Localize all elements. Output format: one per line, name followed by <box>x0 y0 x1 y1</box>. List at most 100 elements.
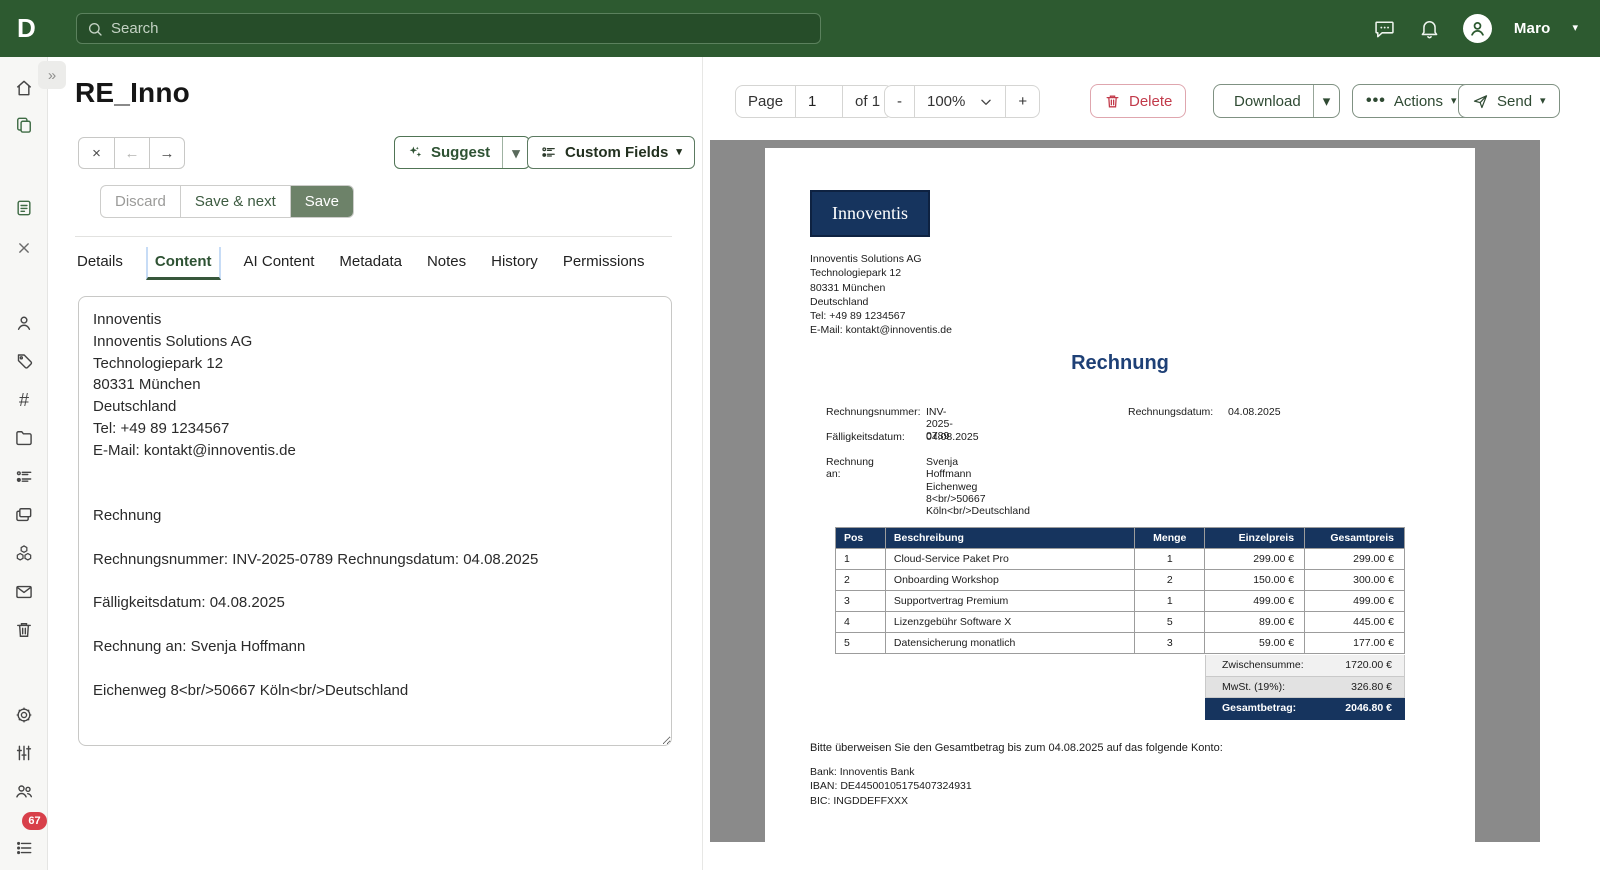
notifications-bell-icon[interactable] <box>1418 17 1441 40</box>
cell: 2 <box>1134 569 1206 591</box>
tab-notes[interactable]: Notes <box>425 247 468 279</box>
tab-details[interactable]: Details <box>75 247 125 279</box>
zoom-level-value: 100% <box>927 93 966 110</box>
cell: 3 <box>1134 632 1206 654</box>
sparkles-icon <box>409 146 422 157</box>
sidebar-users-icon[interactable] <box>14 781 34 801</box>
suggest-caret-button[interactable]: ▾ <box>502 137 529 168</box>
cell: 150.00 € <box>1204 569 1306 591</box>
sidebar-tags-icon[interactable] <box>14 352 34 372</box>
delete-label: Delete <box>1129 92 1173 110</box>
field-list-icon <box>542 147 555 157</box>
cell: 177.00 € <box>1304 632 1405 654</box>
due-date-value: 04.08.2025 <box>926 431 979 443</box>
download-caret-button[interactable]: ▾ <box>1312 85 1340 117</box>
cell: 3 <box>835 590 886 612</box>
tax-label: MwSt. (19%): <box>1222 680 1286 693</box>
pdf-viewer[interactable]: Innoventis Innoventis Solutions AG Techn… <box>710 140 1540 842</box>
cell: 5 <box>1134 611 1206 633</box>
user-avatar[interactable] <box>1462 14 1492 43</box>
cell: 1 <box>1134 548 1206 570</box>
sender-line: Deutschland <box>810 295 869 308</box>
sidebar-documents-icon[interactable] <box>14 115 34 135</box>
pdf-page: Innoventis Innoventis Solutions AG Techn… <box>765 148 1475 842</box>
worklist-count-badge: 67 <box>22 812 47 830</box>
invoice-heading: Rechnung <box>1071 352 1169 374</box>
expand-panel-button[interactable]: » <box>38 61 66 89</box>
bank-line: IBAN: DE44500105175407324931 <box>810 780 972 793</box>
save-button[interactable]: Save <box>289 186 353 217</box>
sidebar-mail-icon[interactable] <box>14 582 34 602</box>
search-icon <box>89 22 102 36</box>
sidebar-close-icon[interactable] <box>14 238 34 258</box>
zoom-out-button[interactable]: - <box>885 86 914 117</box>
previous-document-button[interactable]: ← <box>114 138 149 168</box>
cell: 499.00 € <box>1204 590 1306 612</box>
sidebar-trash-icon[interactable] <box>14 620 34 640</box>
grand-total-label: Gesamtbetrag: <box>1222 702 1297 715</box>
table-header-row: Pos Beschreibung Menge Einzelpreis Gesam… <box>835 527 1405 549</box>
cell: 89.00 € <box>1204 611 1306 633</box>
invoice-date-value: 04.08.2025 <box>1228 406 1281 418</box>
search-input[interactable] <box>111 20 810 37</box>
next-document-button[interactable]: → <box>149 138 184 168</box>
due-date-label: Fälligkeitsdatum: <box>826 431 905 443</box>
sidebar-tasks-icon[interactable] <box>14 467 34 487</box>
zoom-in-button[interactable]: + <box>1005 86 1039 117</box>
sidebar-home-icon[interactable] <box>14 78 34 98</box>
sidebar-notes-icon[interactable] <box>14 198 34 218</box>
sidebar-modules-icon[interactable] <box>14 543 34 563</box>
invoice-totals: Zwischensumme: 1720.00 € MwSt. (19%): 32… <box>1205 655 1405 720</box>
sidebar-windows-icon[interactable] <box>14 505 34 525</box>
sidebar-settings-gear-icon[interactable] <box>14 705 34 725</box>
page-number-input[interactable] <box>808 93 831 110</box>
user-menu[interactable]: Maro <box>1514 20 1551 37</box>
user-menu-caret-icon[interactable]: ▾ <box>1572 23 1578 34</box>
close-document-button[interactable]: × <box>79 138 114 168</box>
chat-icon[interactable] <box>1373 17 1396 40</box>
cell: Cloud-Service Paket Pro <box>884 548 1136 570</box>
sidebar-worklist-icon[interactable] <box>14 838 34 858</box>
cell: 445.00 € <box>1304 611 1405 633</box>
suggest-label: Suggest <box>431 144 491 161</box>
content-text-editor[interactable]: Innoventis Innoventis Solutions AG Techn… <box>78 296 672 746</box>
cell: Supportvertrag Premium <box>884 590 1136 612</box>
app-logo[interactable]: D <box>17 13 43 44</box>
app-top-bar: D Maro ▾ <box>0 0 1600 57</box>
tab-history[interactable]: History <box>489 247 540 279</box>
custom-fields-button[interactable]: Custom Fields ▾ <box>527 136 695 169</box>
cell: 1 <box>1134 590 1206 612</box>
send-icon <box>1473 94 1488 108</box>
document-title: RE_Inno <box>75 77 190 108</box>
bill-to-label: Rechnung an: <box>826 456 874 480</box>
send-button[interactable]: Send ▾ <box>1458 84 1560 118</box>
sidebar-contacts-icon[interactable] <box>14 313 34 333</box>
cell: 2 <box>835 569 886 591</box>
send-caret-icon: ▾ <box>1540 94 1546 107</box>
zoom-level-dropdown[interactable]: 100% <box>914 86 1005 117</box>
discard-button[interactable]: Discard <box>101 186 180 217</box>
tab-content[interactable]: Content <box>145 247 221 280</box>
sidebar-filters-icon[interactable] <box>14 743 34 763</box>
panel-divider <box>702 57 703 870</box>
sender-line: Innoventis Solutions AG <box>810 253 922 265</box>
cell: 59.00 € <box>1204 632 1306 654</box>
suggest-button[interactable]: Suggest <box>395 137 502 168</box>
sidebar-folders-icon[interactable] <box>14 428 34 448</box>
tab-ai-content[interactable]: AI Content <box>242 247 317 279</box>
global-search[interactable] <box>76 13 821 44</box>
tax-value: 326.80 € <box>1351 680 1392 693</box>
download-button[interactable]: Download <box>1214 85 1313 117</box>
tax-row: MwSt. (19%): 326.80 € <box>1205 676 1405 698</box>
tab-metadata[interactable]: Metadata <box>337 247 404 279</box>
sidebar-hashtag-icon[interactable]: # <box>14 390 34 410</box>
actions-button[interactable]: ••• Actions ▾ <box>1352 84 1471 118</box>
person-icon <box>1471 22 1484 36</box>
invoice-date-label: Rechnungsdatum: <box>1128 406 1214 418</box>
document-tabs: Details Content AI Content Metadata Note… <box>75 247 647 280</box>
save-and-next-button[interactable]: Save & next <box>179 186 290 217</box>
main-area: » RE_Inno Page of 1 - 100% + Delete Down… <box>38 57 1600 870</box>
bank-line: BIC: INGDDEFFXXX <box>810 794 909 807</box>
delete-button[interactable]: Delete <box>1090 84 1187 118</box>
tab-permissions[interactable]: Permissions <box>561 247 647 279</box>
